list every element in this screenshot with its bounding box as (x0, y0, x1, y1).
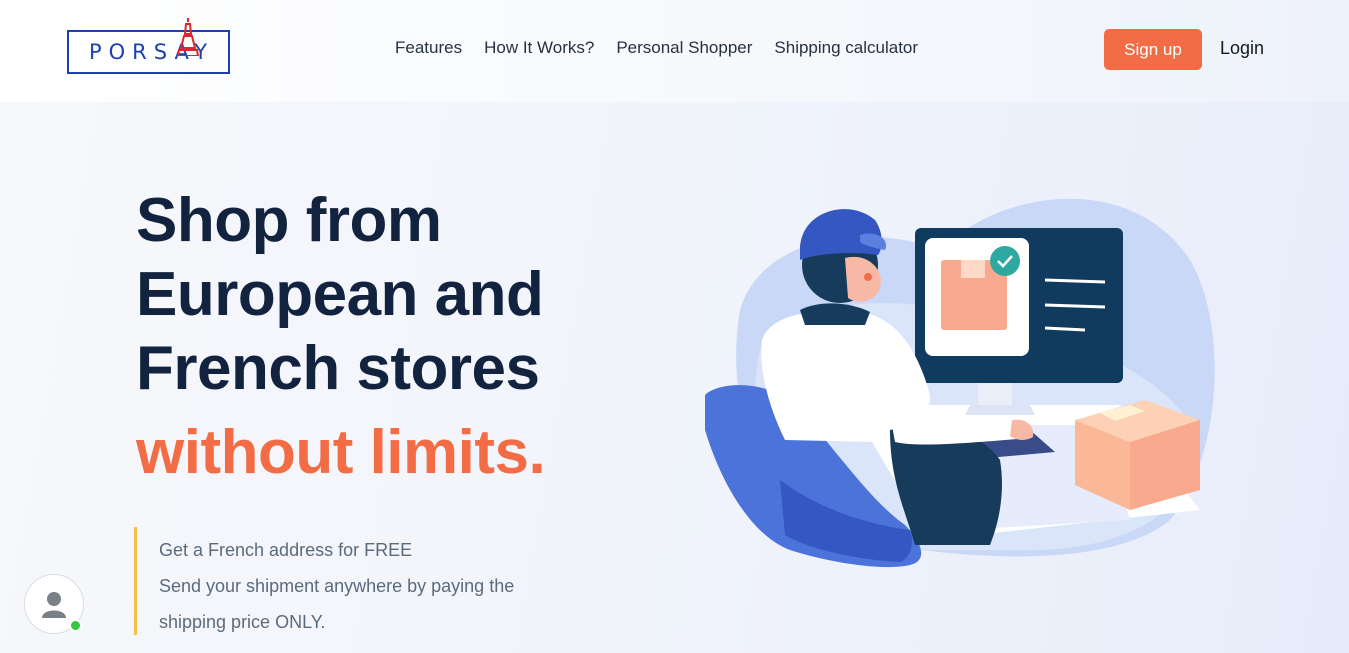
user-avatar-icon (42, 592, 66, 618)
online-status-icon (69, 619, 82, 632)
hero-sub-line-2: Send your shipment anywhere by paying th… (159, 576, 515, 596)
hero-sub-line-1: Get a French address for FREE (159, 540, 413, 560)
eiffel-tower-icon (177, 18, 199, 56)
nav-personal-shopper[interactable]: Personal Shopper (616, 38, 752, 58)
login-link[interactable]: Login (1220, 38, 1264, 59)
nav-how-it-works[interactable]: How It Works? (484, 38, 594, 58)
chat-widget[interactable] (24, 574, 84, 634)
main-nav: Features How It Works? Personal Shopper … (395, 38, 940, 58)
hero-line-3: French stores (136, 334, 540, 403)
brand-logo[interactable]: PORSAY (67, 18, 230, 74)
checkmark-icon (990, 246, 1020, 276)
hero-sub-line-3: shipping price ONLY. (159, 612, 326, 632)
hero-subtext: Get a French address for FREE Send your … (159, 532, 514, 640)
signup-button[interactable]: Sign up (1104, 29, 1202, 70)
hero-heading: Shop from European and French stores wit… (136, 184, 546, 490)
hero-accent-line: without limits. (136, 418, 546, 487)
nav-features[interactable]: Features (395, 38, 462, 58)
hero-line-2: European and (136, 260, 544, 329)
nav-shipping-calculator[interactable]: Shipping calculator (774, 38, 918, 58)
site-header: PORSAY Features How It Works? Personal S… (0, 0, 1349, 102)
hero-illustration (705, 198, 1215, 568)
quote-bar (134, 527, 137, 635)
hero-line-1: Shop from (136, 186, 442, 255)
